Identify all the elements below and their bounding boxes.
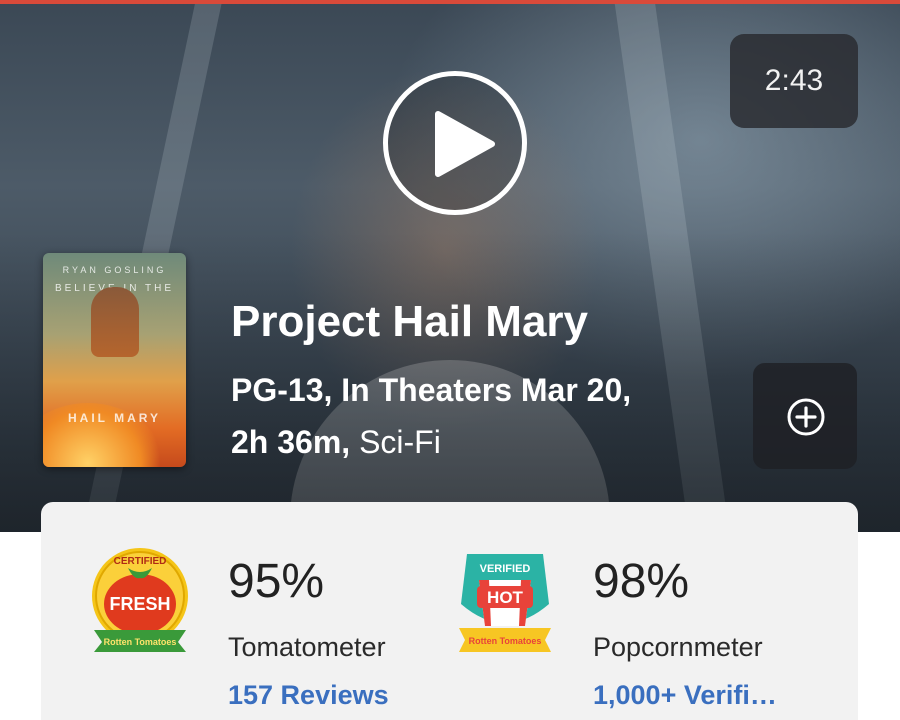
runtime: 2h 36m, (231, 424, 351, 460)
movie-title: Project Hail Mary (231, 297, 589, 346)
scores-card: CERTIFIED FRESH Rotten Tomatoes 95% Toma… (41, 502, 858, 720)
tomatometer-label: Tomatometer (228, 632, 386, 662)
plus-circle-icon (787, 398, 825, 436)
badge-hot-text: HOT (487, 588, 524, 607)
certified-fresh-icon: CERTIFIED FRESH Rotten Tomatoes (92, 548, 188, 652)
play-trailer-button[interactable] (383, 71, 527, 215)
verified-hot-icon: VERIFIED HOT Rotten Tomatoes (459, 554, 551, 652)
popcornmeter-label: Popcornmeter (593, 632, 763, 662)
movie-poster[interactable]: RYAN GOSLING BELIEVE IN THE HAIL MARY (43, 253, 186, 467)
badge-verified-text: VERIFIED (480, 563, 531, 575)
badge-brand-text: Rotten Tomatoes (469, 636, 542, 646)
top-accent-bar (0, 0, 900, 4)
rating-release-info: PG-13, In Theaters Mar 20, (231, 372, 632, 408)
video-duration-badge: 2:43 (730, 34, 858, 128)
badge-certified-text: CERTIFIED (114, 556, 167, 567)
tomatometer-score: 95% (228, 555, 325, 608)
tomatometer-reviews-link[interactable]: 157 Reviews (228, 680, 448, 711)
popcornmeter-reviews-link[interactable]: 1,000+ Verifi… (593, 680, 813, 711)
genre: Sci-Fi (359, 424, 441, 460)
add-to-watchlist-button[interactable] (753, 363, 857, 469)
badge-brand-text: Rotten Tomatoes (104, 637, 177, 647)
video-duration: 2:43 (764, 64, 824, 97)
play-icon (435, 111, 495, 177)
poster-actor-text: RYAN GOSLING (62, 265, 167, 275)
poster-figure (91, 287, 139, 357)
runtime-genre-info: 2h 36m, Sci-Fi (231, 424, 441, 461)
poster-title-text: HAIL MARY (68, 411, 161, 425)
badge-fresh-text: FRESH (109, 594, 170, 614)
popcornmeter-score: 98% (593, 555, 690, 608)
